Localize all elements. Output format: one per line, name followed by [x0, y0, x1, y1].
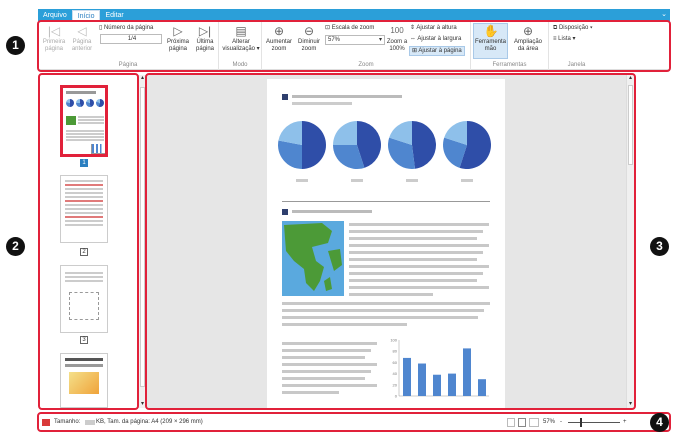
viewer-highlight — [145, 73, 636, 410]
thumbnail-highlight — [38, 73, 139, 410]
collapse-ribbon-icon[interactable]: ⌄ — [661, 10, 667, 18]
callout-1: 1 — [6, 36, 25, 55]
statusbar-highlight — [37, 412, 671, 432]
callout-4: 4 — [650, 413, 669, 432]
ribbon-highlight — [37, 20, 671, 72]
callout-3: 3 — [650, 237, 669, 256]
callout-2: 2 — [6, 237, 25, 256]
